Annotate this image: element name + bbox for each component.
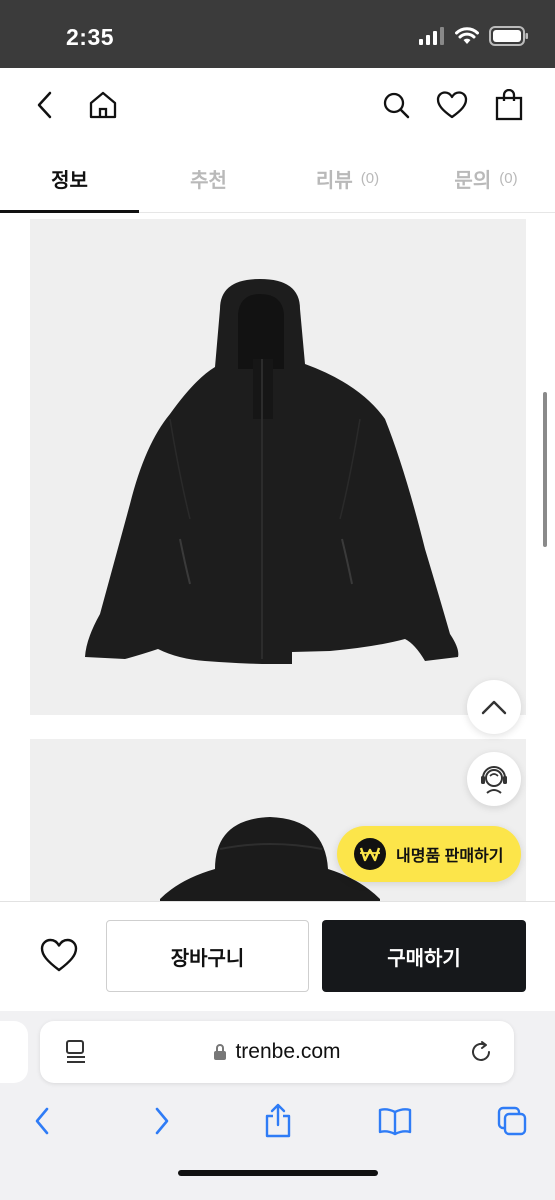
- product-content: [0, 213, 555, 901]
- signal-icon: [419, 27, 444, 45]
- tab-reviews-count: (0): [360, 169, 380, 187]
- add-to-cart-button[interactable]: 장바구니: [106, 920, 309, 992]
- won-coin-icon: [354, 838, 386, 870]
- reload-icon[interactable]: [468, 1039, 494, 1070]
- status-bar: 2:35: [0, 0, 555, 68]
- tab-recommend-label: 추천: [190, 169, 227, 192]
- back-icon[interactable]: [28, 88, 62, 122]
- tab-inquiry-count: (0): [499, 169, 518, 187]
- browser-forward-icon[interactable]: [142, 1101, 182, 1141]
- add-to-cart-label: 장바구니: [170, 947, 245, 970]
- wishlist-heart-icon[interactable]: [36, 932, 82, 978]
- scroll-top-button[interactable]: [467, 680, 521, 734]
- lock-icon: [214, 1044, 227, 1060]
- share-icon[interactable]: [258, 1101, 298, 1141]
- url-text: trenbe.com: [235, 1040, 341, 1063]
- tab-info[interactable]: 정보: [0, 144, 139, 213]
- tab-bar: 정보 추천 리뷰 (0) 문의 (0): [0, 144, 555, 213]
- tab-reviews-label: 리뷰: [315, 169, 353, 192]
- tab-inquiry[interactable]: 문의 (0): [417, 144, 555, 212]
- top-nav: [0, 68, 555, 144]
- heart-icon[interactable]: [435, 88, 469, 122]
- search-icon[interactable]: [379, 88, 413, 122]
- tab-info-label: 정보: [51, 169, 88, 192]
- address-bar[interactable]: trenbe.com: [40, 1021, 514, 1083]
- puffer-jacket-front-image: [85, 279, 459, 664]
- home-icon[interactable]: [86, 88, 120, 122]
- scrollbar[interactable]: [543, 392, 547, 547]
- headset-agent-icon: [481, 766, 507, 794]
- previous-tab-preview[interactable]: [0, 1021, 28, 1083]
- bookmarks-icon[interactable]: [375, 1101, 415, 1141]
- sell-luxury-label: 내명품 판매하기: [396, 848, 504, 865]
- sell-luxury-button[interactable]: 내명품 판매하기: [337, 826, 521, 882]
- product-image-front: [30, 219, 526, 715]
- tabs-icon[interactable]: [492, 1101, 532, 1141]
- buy-now-label: 구매하기: [387, 947, 461, 970]
- wifi-icon: [455, 27, 479, 44]
- customer-service-button[interactable]: [467, 752, 521, 806]
- status-icons: [419, 26, 529, 46]
- tab-reviews[interactable]: 리뷰 (0): [278, 144, 417, 212]
- status-time: 2:35: [66, 24, 115, 50]
- purchase-action-bar: 장바구니 구매하기: [0, 901, 555, 1012]
- tab-inquiry-label: 문의: [454, 169, 492, 192]
- battery-icon: [489, 26, 528, 46]
- chevron-up-icon: [481, 700, 507, 715]
- browser-back-icon[interactable]: [22, 1101, 62, 1141]
- tab-recommend[interactable]: 추천: [139, 144, 278, 212]
- home-indicator: [178, 1170, 378, 1176]
- shopping-bag-icon[interactable]: [492, 88, 526, 122]
- buy-now-button[interactable]: 구매하기: [322, 920, 526, 992]
- url-display: trenbe.com: [40, 1021, 514, 1083]
